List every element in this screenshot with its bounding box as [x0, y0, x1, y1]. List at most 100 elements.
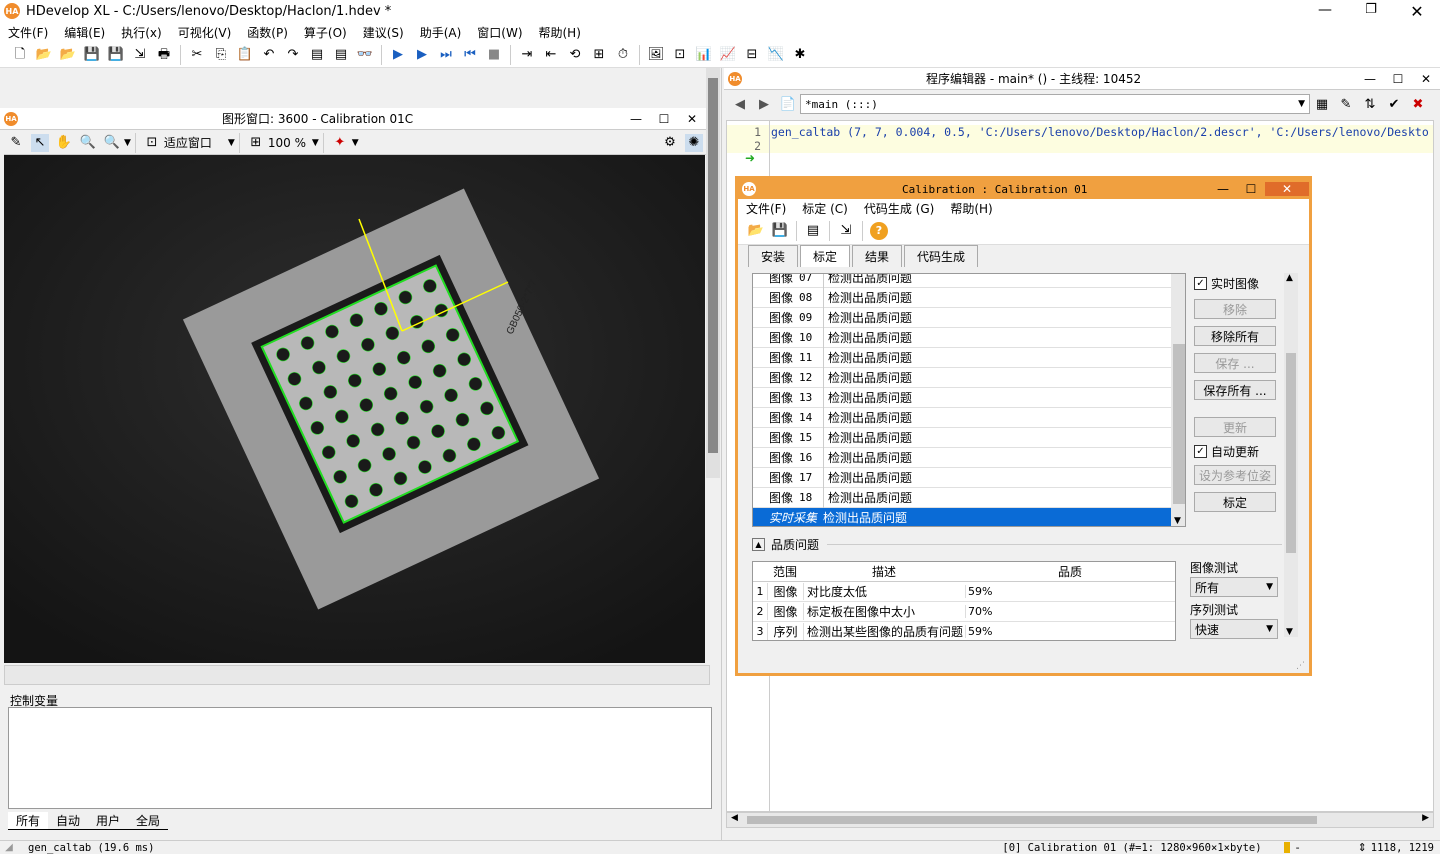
new-file-icon[interactable]: 🗋: [11, 46, 29, 64]
cal-menu-codegen[interactable]: 代码生成 (G): [864, 200, 934, 217]
close-icon[interactable]: ✕: [1394, 2, 1440, 21]
control-variables-list[interactable]: [8, 707, 712, 809]
step-back-icon[interactable]: ⏮: [461, 46, 479, 64]
maximize-icon[interactable]: ☐: [650, 112, 678, 126]
menu-operators[interactable]: 算子(O): [304, 24, 347, 41]
magnifier-icon[interactable]: 🔍: [79, 134, 97, 152]
image-list-row[interactable]: 图像 16 检测出品质问题: [753, 447, 1171, 468]
close-icon[interactable]: ✕: [1412, 72, 1440, 86]
save-all-button[interactable]: 保存所有 ...: [1194, 380, 1276, 400]
minimize-icon[interactable]: —: [622, 112, 650, 126]
image-list-row[interactable]: 图像 11 检测出品质问题: [753, 347, 1171, 368]
procedure-icon[interactable]: 📄: [779, 95, 797, 113]
clear-window-icon[interactable]: ⚙: [661, 134, 679, 152]
region-info-icon[interactable]: ⊟: [743, 46, 761, 64]
load-images-icon[interactable]: ▤: [804, 222, 822, 240]
maximize-icon[interactable]: ❐: [1348, 2, 1394, 21]
forward-icon[interactable]: ▶: [755, 95, 773, 113]
redo-icon[interactable]: ↷: [284, 46, 302, 64]
collapse-icon[interactable]: ▲: [752, 537, 765, 551]
image-list-row[interactable]: 图像 09 检测出品质问题: [753, 307, 1171, 328]
timer-icon[interactable]: ⏱: [614, 46, 632, 64]
code-text[interactable]: gen_caltab (7, 7, 0.004, 0.5, 'C:/Users/…: [771, 125, 1429, 139]
maximize-icon[interactable]: ☐: [1384, 72, 1412, 86]
zoom-window-icon[interactable]: ⊡: [671, 46, 689, 64]
editor-h-scrollbar[interactable]: ◀ ▶: [726, 812, 1434, 828]
image-list-row[interactable]: 图像 13 检测出品质问题: [753, 387, 1171, 408]
close-icon[interactable]: ✕: [1265, 182, 1309, 196]
minimize-icon[interactable]: —: [1302, 2, 1348, 21]
cut-icon[interactable]: ✂: [188, 46, 206, 64]
tab-setup[interactable]: 安装: [748, 245, 799, 267]
cal-menu-file[interactable]: 文件(F): [746, 200, 786, 217]
profiler-icon[interactable]: ⊞: [590, 46, 608, 64]
undo-icon[interactable]: ↶: [260, 46, 278, 64]
zoom-icon[interactable]: ⊞: [247, 134, 265, 152]
quality-row[interactable]: 3 序列 检测出某些图像的品质有问题 59%: [753, 622, 1175, 640]
image-list-row[interactable]: 图像 15 检测出品质问题: [753, 427, 1171, 448]
image-list-row[interactable]: 图像 18 检测出品质问题: [753, 487, 1171, 508]
image-test-select[interactable]: 所有 ▼: [1190, 577, 1278, 597]
tab-results[interactable]: 结果: [852, 245, 903, 267]
export-icon[interactable]: ⇲: [131, 46, 149, 64]
step-out-icon[interactable]: ⇤: [542, 46, 560, 64]
step-into-icon[interactable]: ⇥: [518, 46, 536, 64]
graphics-window-icon[interactable]: 🖼: [647, 46, 665, 64]
calibrate-button[interactable]: 标定: [1194, 492, 1276, 512]
save-icon[interactable]: 💾: [83, 46, 101, 64]
set-reference-pose-button[interactable]: 设为参考位姿: [1194, 465, 1276, 485]
run-icon[interactable]: ▶: [389, 46, 407, 64]
tab-global[interactable]: 全局: [128, 812, 169, 830]
live-icon[interactable]: ✺: [685, 133, 703, 152]
menu-suggestions[interactable]: 建议(S): [363, 24, 404, 41]
fit-window-icon[interactable]: ⊡: [143, 134, 161, 152]
menu-visualize[interactable]: 可视化(V): [178, 24, 232, 41]
sort-icon[interactable]: ⇅: [1361, 95, 1379, 113]
menu-file[interactable]: 文件(F): [8, 24, 48, 41]
procedure-select[interactable]: *main (:::) ▼: [800, 94, 1310, 114]
update-button[interactable]: 更新: [1194, 417, 1276, 437]
quality-row[interactable]: 2 图像 标定板在图像中太小 70%: [753, 602, 1175, 622]
save-as-icon[interactable]: 💾: [107, 46, 125, 64]
remove-button[interactable]: 移除: [1194, 299, 1276, 319]
step-over-icon[interactable]: ⏭: [437, 46, 455, 64]
color-settings-icon[interactable]: ✦: [331, 134, 349, 152]
image-list-row[interactable]: 图像 07 检测出品质问题: [753, 274, 1171, 288]
hand-icon[interactable]: ✋: [55, 134, 73, 152]
edit-procedure-icon[interactable]: ✎: [1337, 95, 1355, 113]
dialog-scrollbar[interactable]: ▲ ▼: [1284, 273, 1298, 637]
quality-section-header[interactable]: ▲ 品质问题: [752, 535, 1282, 553]
tab-auto[interactable]: 自动: [48, 812, 89, 830]
vertical-scrollbar[interactable]: [706, 68, 720, 478]
save-button[interactable]: 保存 ...: [1194, 353, 1276, 373]
quality-table[interactable]: 范围 描述 品质 1 图像 对比度太低 59% 2 图像 标定板在图像中太小 70% 3 序列 检测…: [752, 561, 1176, 641]
chevron-down-icon[interactable]: ▼: [312, 138, 319, 148]
menu-assistants[interactable]: 助手(A): [420, 24, 462, 41]
histogram-icon[interactable]: 📊: [695, 46, 713, 64]
pointer-icon[interactable]: ↖: [31, 133, 49, 152]
auto-update-checkbox[interactable]: ✓: [1194, 444, 1207, 458]
image-list[interactable]: 图像 07 检测出品质问题 图像 08 检测出品质问题 图像 09 检测出品质问题 图像 10 检测出…: [752, 273, 1186, 527]
calendar-icon[interactable]: ▦: [1313, 95, 1331, 113]
chevron-down-icon[interactable]: ▼: [352, 138, 359, 148]
tab-user[interactable]: 用户: [88, 812, 129, 830]
image-list-row[interactable]: 图像 10 检测出品质问题: [753, 327, 1171, 348]
pencil-icon[interactable]: ✎: [7, 134, 25, 152]
line-profile-icon[interactable]: 📈: [719, 46, 737, 64]
minimize-icon[interactable]: —: [1209, 182, 1237, 196]
stop-icon[interactable]: ■: [485, 46, 503, 64]
fit-window-select[interactable]: 适应窗口: [164, 134, 228, 151]
code-line[interactable]: 2: [727, 139, 1433, 153]
back-icon[interactable]: ◀: [731, 95, 749, 113]
minimize-icon[interactable]: —: [1356, 72, 1384, 86]
menu-execute[interactable]: 执行(x): [121, 24, 161, 41]
graphics-canvas[interactable]: GB050-2*7*7: [4, 155, 705, 663]
image-list-row[interactable]: 图像 08 检测出品质问题: [753, 287, 1171, 308]
tab-calibrate[interactable]: 标定: [800, 245, 851, 267]
live-image-checkbox[interactable]: ✓: [1194, 276, 1207, 290]
menu-functions[interactable]: 函数(P): [247, 24, 288, 41]
tab-all[interactable]: 所有: [8, 812, 49, 830]
code-line[interactable]: 1 gen_caltab (7, 7, 0.004, 0.5, 'C:/User…: [727, 125, 1433, 139]
copy-icon[interactable]: ⎘: [212, 46, 230, 64]
open-folder-icon[interactable]: 📂: [747, 222, 765, 240]
